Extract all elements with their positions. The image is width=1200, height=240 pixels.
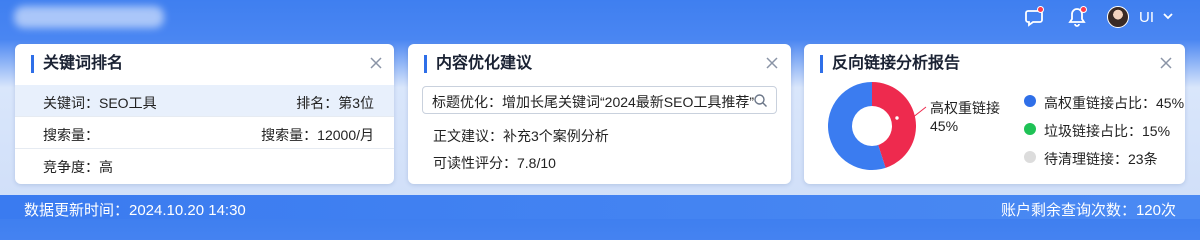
close-icon[interactable] (369, 56, 383, 70)
bell-icon[interactable] (1066, 6, 1088, 28)
table-row[interactable]: 竞争度：高 (15, 149, 394, 181)
title-suggestion-field[interactable]: 标题优化：增加长尾关键词“2024最新SEO工具推荐” (422, 86, 777, 114)
top-bar: UI (0, 0, 1200, 34)
legend-text: 待清理链接：23条 (1044, 151, 1158, 167)
user-name[interactable]: UI (1139, 9, 1154, 26)
close-icon[interactable] (765, 56, 779, 70)
legend-text: 垃圾链接占比：15% (1044, 123, 1171, 139)
legend-dot (1024, 151, 1036, 163)
row-left-text: 关键词：SEO工具 (43, 95, 157, 111)
update-time-text: 数据更新时间：2024.10.20 14:30 (24, 202, 246, 219)
app-logo (14, 6, 164, 28)
donut-label-name: 高权重链接 (930, 100, 1000, 116)
table-row[interactable]: 搜索量： 搜索量：12000/月 (15, 117, 394, 149)
backlink-report-card: 反向链接分析报告 高权重链接 45% 高权重链接占比：45% 垃圾链接占比：15… (804, 44, 1185, 184)
legend-dot (1024, 123, 1036, 135)
legend-text: 高权重链接占比：45% (1044, 95, 1185, 111)
readability-score-text: 可读性评分：7.8/10 (433, 155, 556, 171)
chevron-down-icon[interactable] (1161, 9, 1175, 23)
row-left-text: 竞争度：高 (43, 159, 113, 175)
donut-label: 高权重链接 45% (930, 99, 1000, 135)
status-bar: 数据更新时间：2024.10.20 14:30 账户剩余查询次数：120次 (0, 195, 1200, 219)
backlink-donut-chart (828, 82, 916, 170)
table-row[interactable]: 关键词：SEO工具 排名：第3位 (15, 85, 394, 117)
keyword-ranking-card: 关键词排名 关键词：SEO工具 排名：第3位 搜索量： 搜索量：12000/月 … (15, 44, 394, 184)
card-title: 关键词排名 (31, 55, 123, 73)
row-right-text: 搜索量：12000/月 (261, 127, 374, 143)
row-left-text: 搜索量： (43, 127, 99, 143)
avatar[interactable] (1107, 6, 1129, 28)
legend-dot (1024, 95, 1036, 107)
close-icon[interactable] (1159, 56, 1173, 70)
remaining-queries-text: 账户剩余查询次数：120次 (1000, 202, 1176, 219)
row-right-text: 排名：第3位 (296, 95, 374, 111)
content-optimization-card: 内容优化建议 标题优化：增加长尾关键词“2024最新SEO工具推荐” 正文建议：… (408, 44, 791, 184)
body-suggestion-text: 正文建议：补充3个案例分析 (433, 128, 609, 144)
title-suggestion-text: 标题优化：增加长尾关键词“2024最新SEO工具推荐” (432, 94, 755, 110)
card-title: 内容优化建议 (424, 55, 532, 73)
message-notification-icon[interactable] (1023, 6, 1045, 28)
search-icon[interactable] (753, 93, 768, 108)
donut-label-value: 45% (930, 118, 959, 134)
card-title: 反向链接分析报告 (820, 55, 960, 73)
